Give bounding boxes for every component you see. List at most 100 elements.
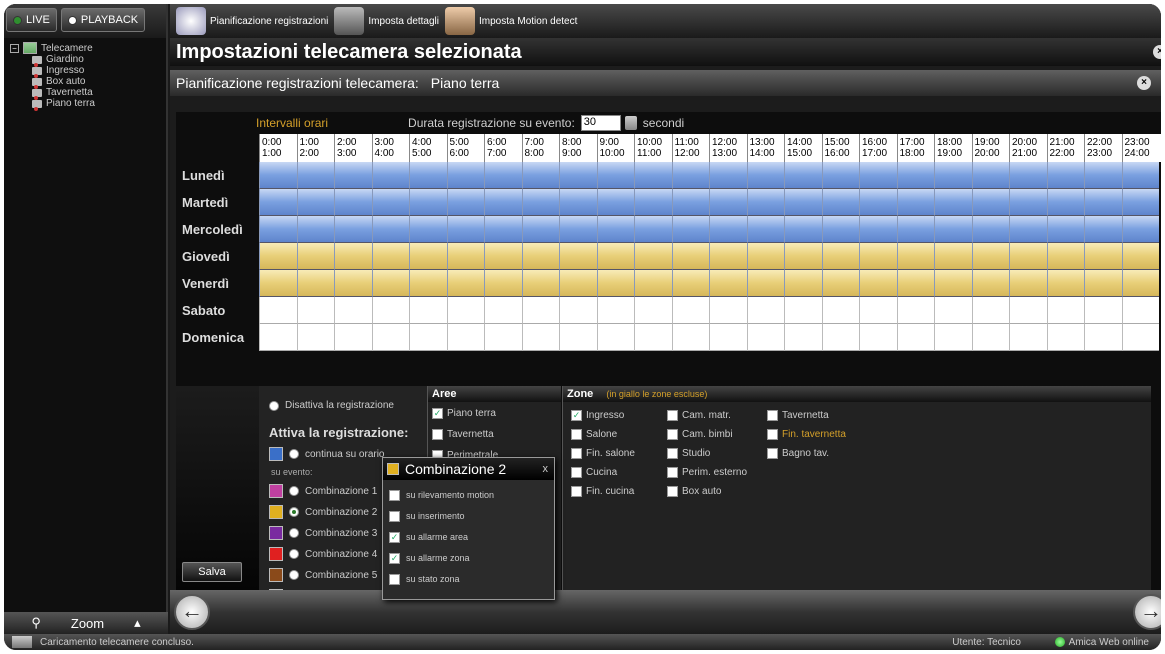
tree-camera-item[interactable]: Giardino — [32, 54, 166, 67]
schedule-cell[interactable] — [859, 270, 897, 297]
continuous-radio[interactable] — [289, 449, 299, 459]
schedule-cell[interactable] — [259, 216, 297, 243]
toolbar-details[interactable]: Imposta dettagli — [334, 7, 439, 35]
checkbox[interactable] — [767, 448, 778, 459]
zone-item[interactable]: Fin. cucina — [567, 482, 635, 501]
schedule-cell[interactable] — [709, 189, 747, 216]
zone-item[interactable]: Bagno tav. — [763, 444, 846, 463]
zone-item[interactable]: Cam. bimbi — [663, 425, 747, 444]
schedule-cell[interactable] — [259, 243, 297, 270]
schedule-cell[interactable] — [596, 216, 634, 243]
forward-arrow-icon[interactable]: → — [1133, 594, 1161, 630]
schedule-cell[interactable] — [1046, 216, 1084, 243]
schedule-cell[interactable] — [896, 162, 934, 189]
schedule-cell[interactable] — [934, 297, 972, 324]
combination-radio[interactable] — [289, 549, 299, 559]
schedule-cell[interactable] — [671, 189, 709, 216]
schedule-cell[interactable] — [934, 324, 972, 351]
schedule-cell[interactable] — [634, 243, 672, 270]
checkbox[interactable] — [571, 429, 582, 440]
checkbox[interactable] — [571, 467, 582, 478]
schedule-cell[interactable] — [821, 189, 859, 216]
schedule-cell[interactable] — [259, 189, 297, 216]
zone-item[interactable]: Fin. tavernetta — [763, 425, 846, 444]
schedule-cell[interactable] — [521, 270, 559, 297]
disable-option[interactable]: Disattiva la registrazione — [269, 400, 423, 411]
checkbox[interactable] — [667, 467, 678, 478]
schedule-cell[interactable] — [1009, 243, 1047, 270]
schedule-cell[interactable] — [521, 297, 559, 324]
schedule-cell[interactable] — [1084, 324, 1122, 351]
schedule-cell[interactable] — [1121, 270, 1159, 297]
schedule-cell[interactable] — [1121, 162, 1159, 189]
schedule-cell[interactable] — [784, 297, 822, 324]
schedule-cell[interactable] — [934, 216, 972, 243]
schedule-cell[interactable] — [446, 216, 484, 243]
schedule-cell[interactable] — [859, 162, 897, 189]
schedule-cell[interactable] — [484, 324, 522, 351]
schedule-cell[interactable] — [821, 270, 859, 297]
schedule-cell[interactable] — [634, 216, 672, 243]
schedule-cell[interactable] — [1046, 243, 1084, 270]
schedule-cell[interactable] — [371, 270, 409, 297]
schedule-cell[interactable] — [784, 189, 822, 216]
schedule-cell[interactable] — [596, 270, 634, 297]
schedule-cell[interactable] — [334, 297, 372, 324]
schedule-cell[interactable] — [446, 243, 484, 270]
schedule-cell[interactable] — [709, 324, 747, 351]
schedule-cell[interactable] — [596, 189, 634, 216]
schedule-cell[interactable] — [409, 162, 447, 189]
schedule-cell[interactable] — [1121, 216, 1159, 243]
schedule-cell[interactable] — [746, 270, 784, 297]
zone-item[interactable]: Salone — [567, 425, 635, 444]
schedule-cell[interactable] — [371, 189, 409, 216]
schedule-cell[interactable] — [371, 243, 409, 270]
triangle-up-icon[interactable]: ▴ — [134, 615, 141, 631]
schedule-cell[interactable] — [409, 270, 447, 297]
schedule-cell[interactable] — [971, 270, 1009, 297]
schedule-cell[interactable] — [559, 324, 597, 351]
close-icon[interactable]: × — [1153, 45, 1161, 59]
save-button[interactable]: Salva — [182, 562, 242, 582]
schedule-cell[interactable] — [1084, 216, 1122, 243]
close-icon[interactable]: × — [1137, 76, 1151, 90]
checkbox[interactable] — [389, 510, 400, 522]
checkbox[interactable] — [571, 486, 582, 497]
checkbox[interactable]: ✓ — [432, 408, 443, 419]
schedule-cell[interactable] — [484, 189, 522, 216]
schedule-cell[interactable] — [784, 162, 822, 189]
checkbox[interactable] — [767, 429, 778, 440]
combination-radio[interactable] — [289, 528, 299, 538]
schedule-cell[interactable] — [484, 270, 522, 297]
schedule-cell[interactable] — [634, 189, 672, 216]
schedule-cell[interactable] — [746, 162, 784, 189]
combination-radio[interactable] — [289, 486, 299, 496]
schedule-cell[interactable] — [1009, 324, 1047, 351]
area-item[interactable]: ✓ Piano terra — [428, 404, 561, 423]
schedule-cell[interactable] — [334, 216, 372, 243]
schedule-cell[interactable] — [1046, 162, 1084, 189]
zone-item[interactable]: Tavernetta — [763, 406, 846, 425]
schedule-cell[interactable] — [371, 297, 409, 324]
collapse-icon[interactable]: − — [10, 43, 19, 53]
checkbox[interactable] — [571, 448, 582, 459]
schedule-cell[interactable] — [1046, 297, 1084, 324]
playback-button[interactable]: PLAYBACK — [60, 8, 146, 32]
back-arrow-icon[interactable]: ← — [174, 594, 210, 630]
schedule-cell[interactable] — [934, 189, 972, 216]
schedule-cell[interactable] — [371, 162, 409, 189]
schedule-cell[interactable] — [709, 162, 747, 189]
schedule-cell[interactable] — [259, 324, 297, 351]
schedule-cell[interactable] — [371, 216, 409, 243]
schedule-cell[interactable] — [484, 243, 522, 270]
disable-radio[interactable] — [269, 400, 279, 411]
checkbox[interactable]: ✓ — [571, 410, 582, 421]
schedule-cell[interactable] — [784, 324, 822, 351]
schedule-cell[interactable] — [746, 216, 784, 243]
checkbox[interactable] — [389, 489, 400, 501]
schedule-cell[interactable] — [296, 297, 334, 324]
schedule-cell[interactable] — [334, 270, 372, 297]
checkbox[interactable] — [667, 448, 678, 459]
schedule-cell[interactable] — [1009, 216, 1047, 243]
schedule-cell[interactable] — [859, 324, 897, 351]
